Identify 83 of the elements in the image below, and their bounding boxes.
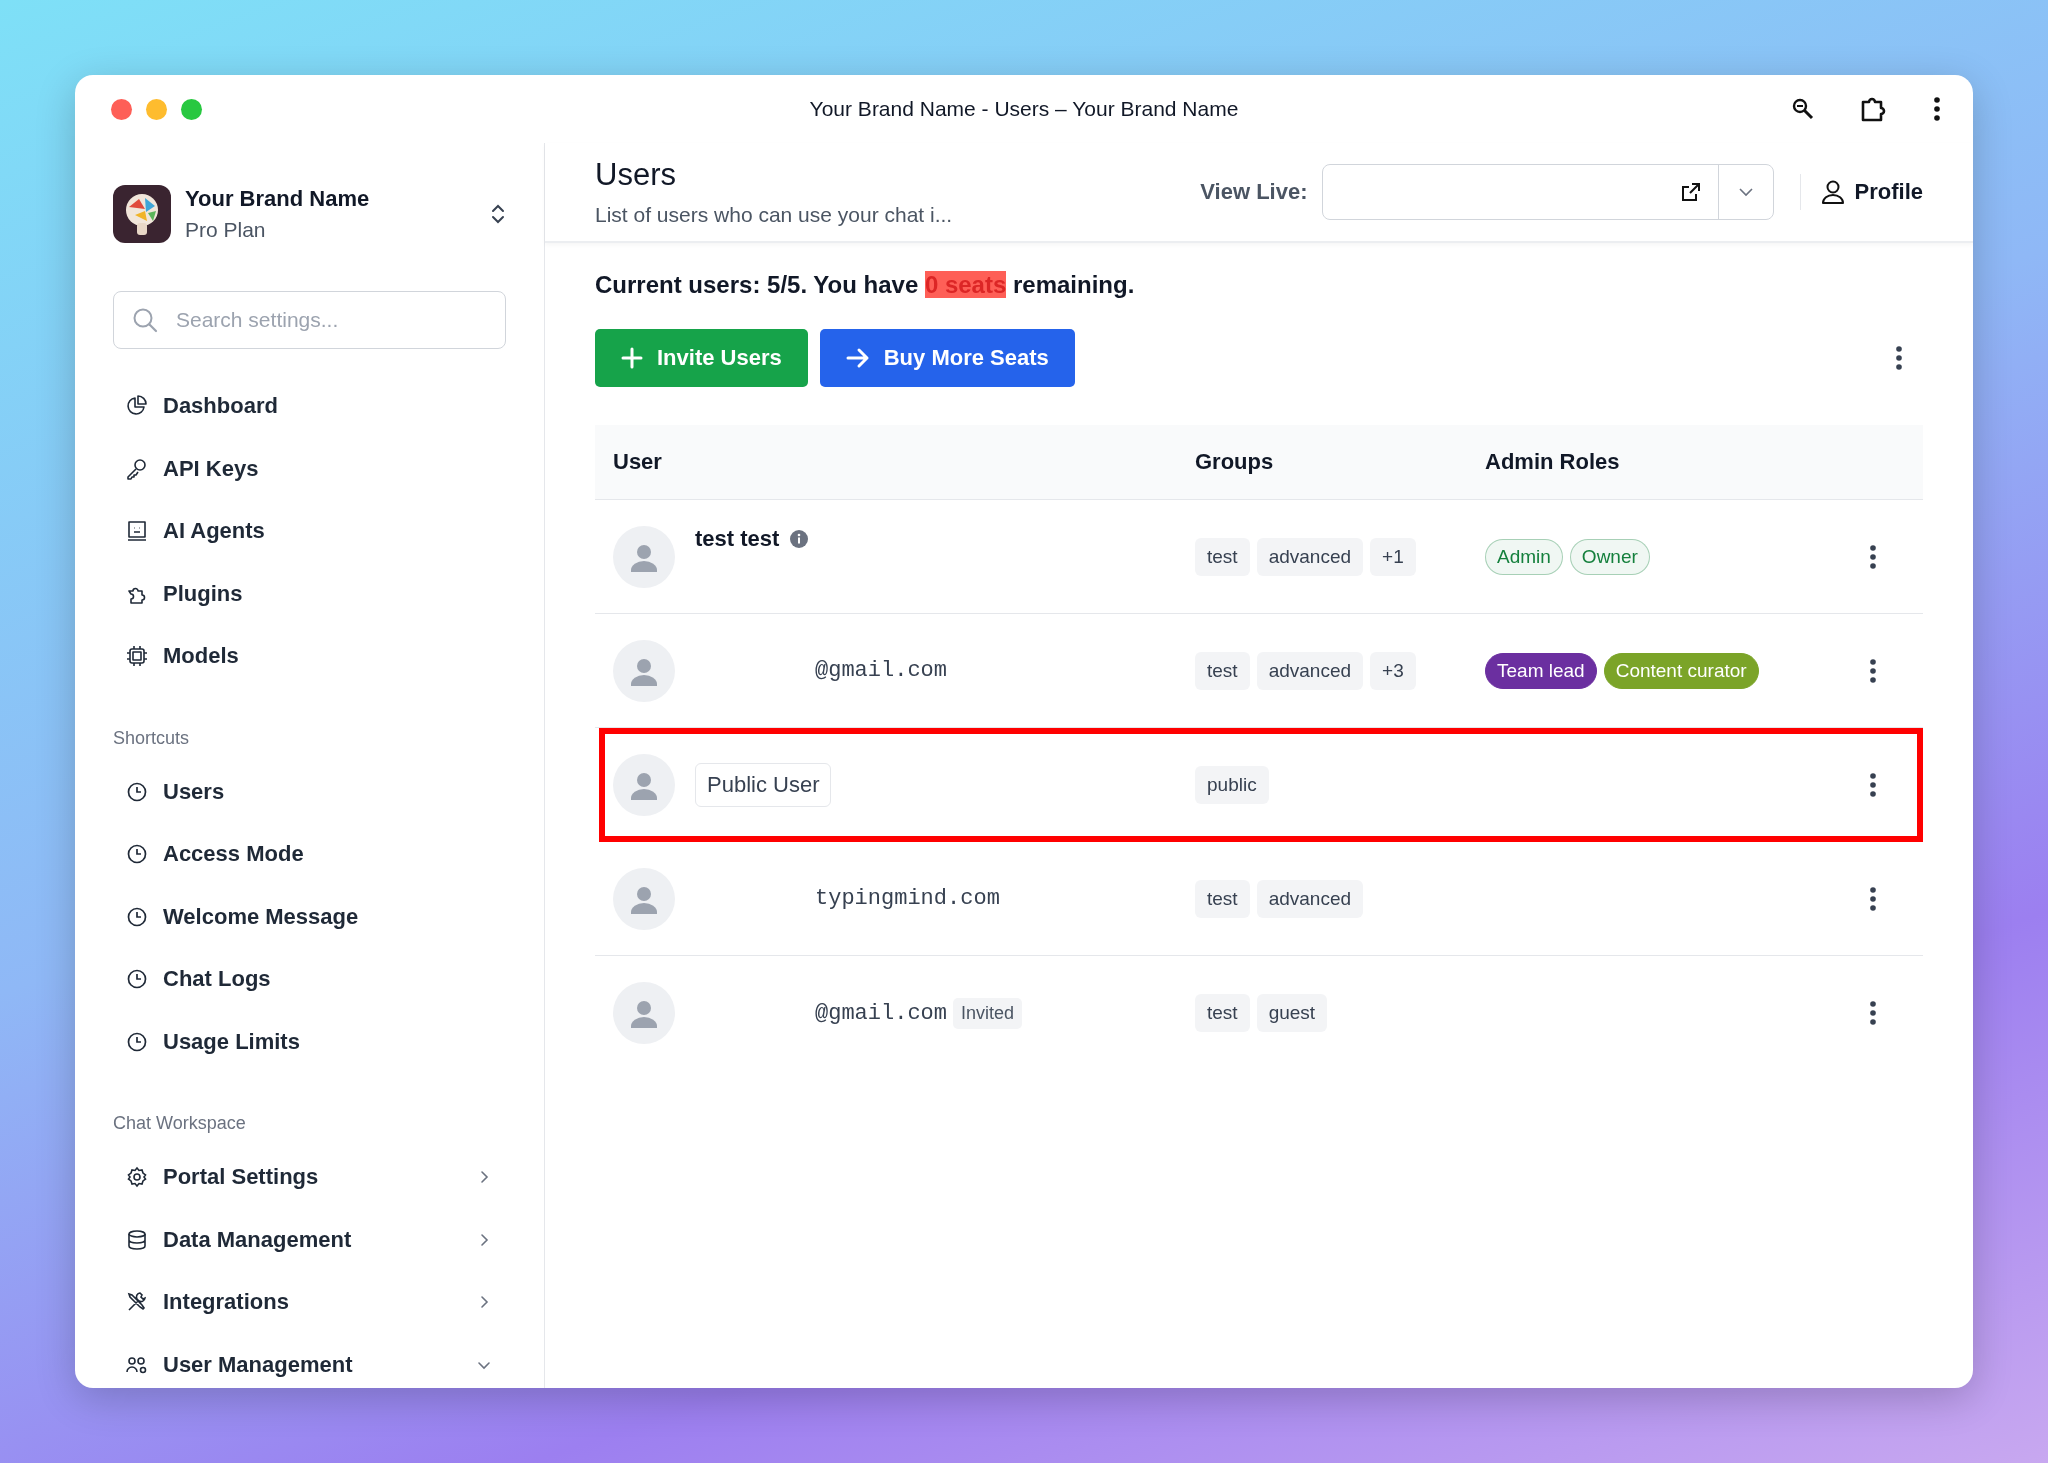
group-tag: advanced	[1256, 651, 1364, 690]
agent-icon	[125, 519, 149, 544]
view-live-field[interactable]	[1321, 164, 1774, 220]
window-title: Your Brand Name - Users – Your Brand Name	[809, 97, 1239, 121]
search-field[interactable]: Search settings...	[113, 291, 506, 349]
more-icon[interactable]	[1869, 1000, 1877, 1026]
more-icon[interactable]	[1895, 345, 1903, 371]
more-icon[interactable]	[1869, 543, 1877, 570]
nav-item[interactable]: Dashboard	[113, 375, 506, 438]
role-tag: Admin	[1485, 538, 1563, 575]
user-icon	[1820, 179, 1845, 205]
avatar	[613, 982, 675, 1044]
key-icon	[125, 456, 149, 481]
group-tag: advanced	[1256, 879, 1364, 918]
column-header: User	[613, 449, 663, 475]
nav-item[interactable]: AI Agents	[113, 500, 506, 563]
avatar	[613, 753, 675, 816]
page-title: Users	[595, 157, 677, 193]
avatar	[613, 525, 675, 588]
group-tag: guest	[1256, 994, 1328, 1032]
avatar	[613, 867, 675, 930]
chip-icon	[125, 644, 149, 669]
settings-icon	[125, 1165, 149, 1190]
nav-item[interactable]: Welcome Message	[113, 885, 506, 948]
group-tag: public	[1195, 765, 1269, 804]
more-icon[interactable]	[1869, 885, 1877, 912]
role-tag: Team lead	[1485, 652, 1597, 689]
nav-item[interactable]: Data Management	[113, 1208, 506, 1271]
group-tag: advanced	[1256, 537, 1364, 576]
nav-item[interactable]: Chat Logs	[113, 948, 506, 1011]
role-tag: Owner	[1569, 538, 1650, 575]
user-name: Public User	[695, 762, 832, 807]
zoom-icon[interactable]	[1791, 97, 1815, 121]
database-icon	[125, 1227, 149, 1252]
group-tag: +3	[1370, 651, 1416, 690]
arrow-icon	[845, 347, 870, 369]
buy-button[interactable]: Buy More Seats	[819, 329, 1075, 387]
column-header: Groups	[1195, 449, 1275, 475]
search-icon	[131, 306, 159, 334]
section-heading: Chat Workspace	[113, 1113, 247, 1134]
brand-name: Your Brand Name	[185, 186, 371, 212]
status-badge: Invited	[953, 997, 1023, 1029]
nav-item[interactable]: API Keys	[113, 437, 506, 500]
nav-item[interactable]: Usage Limits	[113, 1010, 506, 1073]
profile-button[interactable]: Profile	[1799, 174, 1923, 210]
user-email: @gmail.com	[815, 658, 948, 683]
info-icon[interactable]	[789, 528, 810, 549]
nav-item[interactable]: Users	[113, 760, 506, 823]
group-tag: test	[1195, 994, 1250, 1032]
avatar	[613, 639, 675, 702]
close-button[interactable]	[111, 98, 132, 120]
nav-item[interactable]: Access Mode	[113, 823, 506, 886]
group-tag: test	[1195, 537, 1250, 576]
page-subtitle: List of users who can use your chat i...	[595, 203, 954, 227]
user-row[interactable]: @gmail.com test advanced +3 Team lead Content curator	[595, 614, 1923, 728]
expand-collapse-icon[interactable]	[490, 202, 506, 226]
logo-icon	[113, 185, 171, 243]
plan-label: Pro Plan	[185, 218, 267, 242]
user-row[interactable]: Public User public	[599, 728, 1923, 842]
user-name: test test	[695, 525, 780, 552]
nav-item[interactable]: Models	[113, 625, 506, 688]
group-tag: test	[1195, 879, 1250, 918]
role-tag: Content curator	[1603, 652, 1759, 689]
nav-item[interactable]: Integrations	[113, 1271, 506, 1334]
user-row[interactable]: @gmail.com Invited test guest	[595, 956, 1923, 1070]
group-tag: test	[1195, 651, 1250, 690]
group-tag: +1	[1370, 537, 1416, 576]
user-email: @gmail.com	[815, 1000, 948, 1026]
nav-item[interactable]: Portal Settings	[113, 1146, 506, 1209]
plus-icon	[621, 347, 643, 369]
nav-item[interactable]: Plugins	[113, 562, 506, 625]
user-row[interactable]: typingmind.com test advanced	[595, 842, 1923, 956]
more-icon[interactable]	[1869, 771, 1877, 798]
section-heading: Shortcuts	[113, 727, 191, 749]
seats-summary: Current users: 5/5. You have 0 seats remaining.	[595, 271, 1136, 299]
view-live-label: View Live:	[1200, 179, 1308, 205]
user-email: typingmind.com	[815, 886, 1000, 911]
more-icon[interactable]	[1933, 96, 1941, 122]
more-icon[interactable]	[1869, 657, 1877, 684]
user-row[interactable]: test test test advanced +1 Admin Owner	[595, 500, 1923, 614]
nav-item[interactable]: User Management	[113, 1333, 506, 1388]
external-link-icon[interactable]	[1679, 181, 1702, 203]
column-header: Admin Roles	[1485, 449, 1621, 475]
